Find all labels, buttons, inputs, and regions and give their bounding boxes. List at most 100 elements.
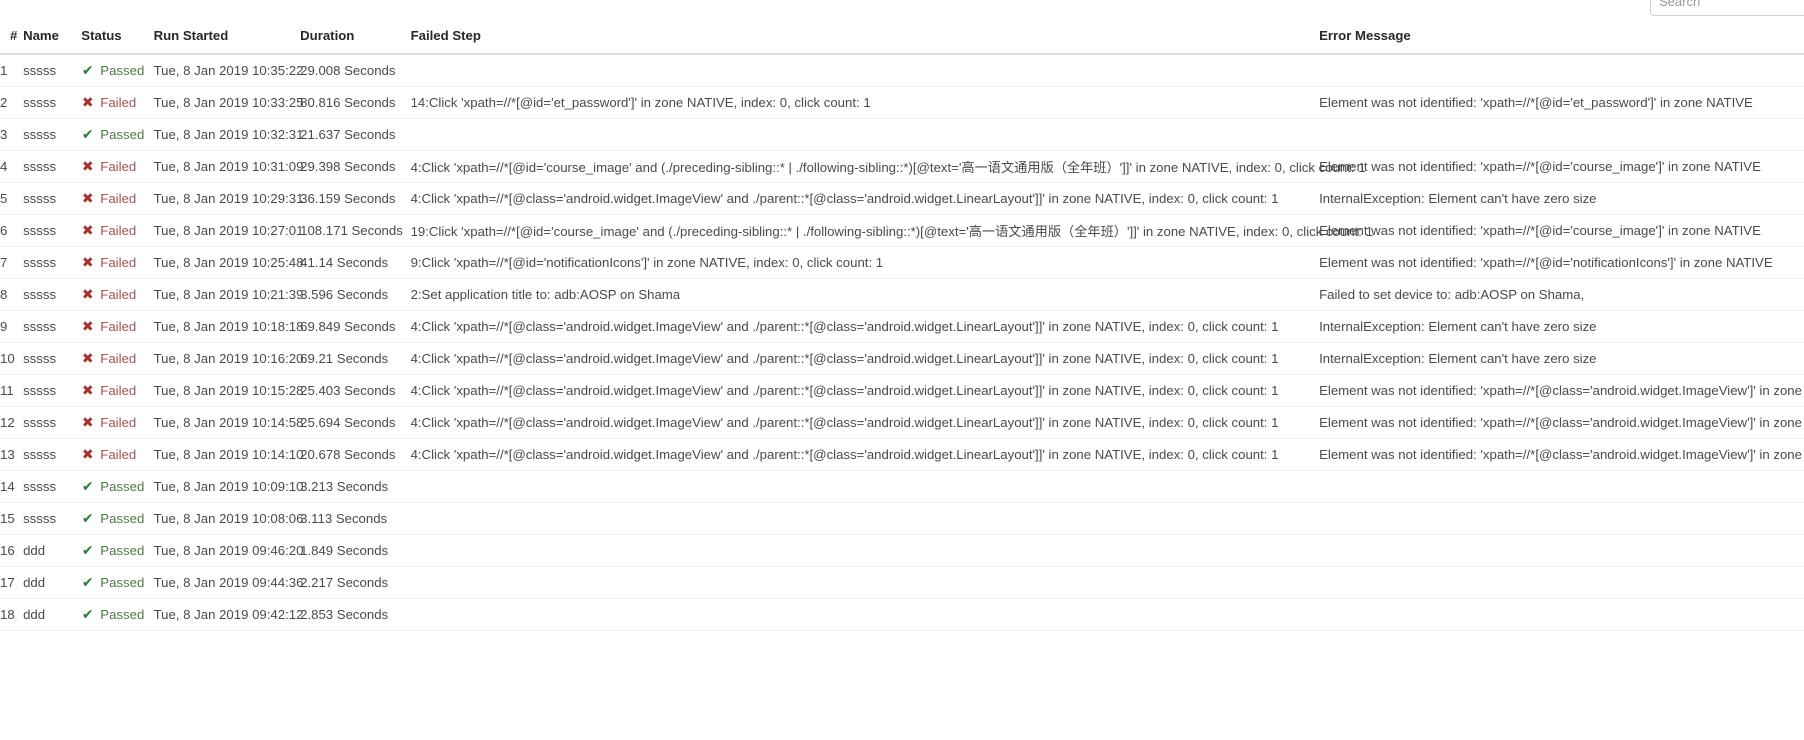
check-icon: ✔ <box>81 125 94 142</box>
status-label: Passed <box>100 478 145 494</box>
cell-failed-step <box>410 534 1320 567</box>
column-header-name[interactable]: Name <box>23 28 82 55</box>
status-label: Failed <box>100 446 137 462</box>
cell-run-name: sssss <box>23 278 82 311</box>
cell-run-name: ddd <box>23 566 82 599</box>
cell-status: ✖ Failed <box>81 278 154 311</box>
table-row[interactable]: 5 sssss ✖ Failed Tue, 8 Jan 2019 10:29:31 36.… <box>0 182 1804 215</box>
cell-failed-step <box>410 470 1320 503</box>
cell-duration: 80.816 Seconds <box>300 86 411 119</box>
table-row[interactable]: 17 ddd ✔ Passed Tue, 8 Jan 2019 09:44:36 2.21… <box>0 566 1804 599</box>
cell-status: ✔ Passed <box>81 566 154 599</box>
status-badge: ✖ Failed <box>81 223 136 238</box>
status-label: Failed <box>100 350 137 366</box>
cell-error-message <box>1319 470 1804 503</box>
cell-duration: 29.008 Seconds <box>300 54 411 87</box>
cell-run-started: Tue, 8 Jan 2019 10:14:58 <box>153 406 303 439</box>
status-label: Failed <box>100 254 137 270</box>
cell-run-number: 6 <box>0 214 24 247</box>
table-row[interactable]: 9 sssss ✖ Failed Tue, 8 Jan 2019 10:18:18 69.… <box>0 310 1804 343</box>
column-header-number[interactable]: # <box>0 28 24 55</box>
cell-failed-step: 14:Click 'xpath=//*[@id='et_password']' … <box>410 86 1320 119</box>
cell-error-message: InternalException: Element can't have ze… <box>1319 182 1804 215</box>
status-badge: ✔ Passed <box>81 479 144 494</box>
cell-run-started: Tue, 8 Jan 2019 09:42:12 <box>153 598 303 631</box>
table-row[interactable]: 11 sssss ✖ Failed Tue, 8 Jan 2019 10:15:28 25… <box>0 374 1804 407</box>
cell-status: ✖ Failed <box>81 86 154 119</box>
table-row[interactable]: 8 sssss ✖ Failed Tue, 8 Jan 2019 10:21:39 3.5… <box>0 278 1804 311</box>
search-box <box>1650 0 1804 16</box>
column-header-failed-step[interactable]: Failed Step <box>410 28 1320 55</box>
cell-duration: 1.849 Seconds <box>300 534 411 567</box>
table-row[interactable]: 3 sssss ✔ Passed Tue, 8 Jan 2019 10:32:31 21.… <box>0 118 1804 151</box>
cell-run-name: sssss <box>23 438 82 471</box>
cell-run-started: Tue, 8 Jan 2019 10:15:28 <box>153 374 303 407</box>
cell-duration: 25.694 Seconds <box>300 406 411 439</box>
status-label: Passed <box>100 510 145 526</box>
cell-run-name: ddd <box>23 534 82 567</box>
status-label: Failed <box>100 222 137 238</box>
table-row[interactable]: 12 sssss ✖ Failed Tue, 8 Jan 2019 10:14:58 25… <box>0 406 1804 439</box>
cell-error-message: InternalException: Element can't have ze… <box>1319 342 1804 375</box>
table-row[interactable]: 18 ddd ✔ Passed Tue, 8 Jan 2019 09:42:12 2.85… <box>0 598 1804 631</box>
cell-run-number: 5 <box>0 182 24 215</box>
cell-error-message: Element was not identified: 'xpath=//*[@… <box>1319 406 1804 439</box>
table-row[interactable]: 1 sssss ✔ Passed Tue, 8 Jan 2019 10:35:22 29.… <box>0 54 1804 87</box>
cross-icon: ✖ <box>81 285 94 302</box>
cell-run-number: 18 <box>0 598 24 631</box>
status-badge: ✔ Passed <box>81 63 144 78</box>
table-row[interactable]: 15 sssss ✔ Passed Tue, 8 Jan 2019 10:08:06 3.… <box>0 502 1804 535</box>
cell-status: ✖ Failed <box>81 374 154 407</box>
table-row[interactable]: 10 sssss ✖ Failed Tue, 8 Jan 2019 10:16:20 69… <box>0 342 1804 375</box>
search-input[interactable] <box>1650 0 1804 16</box>
table-row[interactable]: 7 sssss ✖ Failed Tue, 8 Jan 2019 10:25:48 41.… <box>0 246 1804 279</box>
cell-run-number: 16 <box>0 534 24 567</box>
cell-error-message <box>1319 534 1804 567</box>
cell-duration: 2.853 Seconds <box>300 598 411 631</box>
cell-status: ✔ Passed <box>81 502 154 535</box>
cross-icon: ✖ <box>81 253 94 270</box>
cell-run-started: Tue, 8 Jan 2019 10:32:31 <box>153 118 303 151</box>
test-runs-page: # Name Status Run Started Duration Faile… <box>0 0 1804 740</box>
table-row[interactable]: 13 sssss ✖ Failed Tue, 8 Jan 2019 10:14:10 20… <box>0 438 1804 471</box>
cell-error-message <box>1319 118 1804 151</box>
column-header-run-started[interactable]: Run Started <box>153 28 301 55</box>
column-header-error-message[interactable]: Error Message <box>1319 28 1804 55</box>
cell-failed-step: 4:Click 'xpath=//*[@class='android.widge… <box>410 438 1320 471</box>
cell-failed-step: 4:Click 'xpath=//*[@class='android.widge… <box>410 182 1320 215</box>
table-row[interactable]: 4 sssss ✖ Failed Tue, 8 Jan 2019 10:31:09 29.… <box>0 150 1804 183</box>
status-badge: ✖ Failed <box>81 447 136 462</box>
check-icon: ✔ <box>81 605 94 622</box>
status-label: Passed <box>100 62 145 78</box>
status-badge: ✔ Passed <box>81 127 144 142</box>
cell-run-number: 4 <box>0 150 24 183</box>
cell-duration: 69.21 Seconds <box>300 342 411 375</box>
cell-error-message: Element was not identified: 'xpath=//*[@… <box>1319 214 1804 247</box>
cell-run-number: 17 <box>0 566 24 599</box>
cell-duration: 20.678 Seconds <box>300 438 411 471</box>
cell-run-name: sssss <box>23 502 82 535</box>
cell-run-number: 1 <box>0 54 24 87</box>
cell-run-started: Tue, 8 Jan 2019 10:35:22 <box>153 54 303 87</box>
check-icon: ✔ <box>81 573 94 590</box>
check-icon: ✔ <box>81 61 94 78</box>
cell-run-started: Tue, 8 Jan 2019 09:46:20 <box>153 534 303 567</box>
column-header-duration[interactable]: Duration <box>300 28 411 55</box>
table-row[interactable]: 16 ddd ✔ Passed Tue, 8 Jan 2019 09:46:20 1.84… <box>0 534 1804 567</box>
cell-run-number: 3 <box>0 118 24 151</box>
cross-icon: ✖ <box>81 189 94 206</box>
table-row[interactable]: 14 sssss ✔ Passed Tue, 8 Jan 2019 10:09:10 3.… <box>0 470 1804 503</box>
cell-duration: 36.159 Seconds <box>300 182 411 215</box>
cell-run-name: ddd <box>23 598 82 631</box>
cell-error-message: Element was not identified: 'xpath=//*[@… <box>1319 150 1804 183</box>
cell-run-started: Tue, 8 Jan 2019 10:16:20 <box>153 342 303 375</box>
cell-failed-step: 19:Click 'xpath=//*[@id='course_image' a… <box>410 214 1373 247</box>
status-badge: ✖ Failed <box>81 95 136 110</box>
cell-duration: 29.398 Seconds <box>300 150 411 183</box>
table-row[interactable]: 6 sssss ✖ Failed Tue, 8 Jan 2019 10:27:01 108… <box>0 214 1804 247</box>
status-label: Failed <box>100 318 137 334</box>
table-row[interactable]: 2 sssss ✖ Failed Tue, 8 Jan 2019 10:33:25 80.… <box>0 86 1804 119</box>
cell-run-number: 9 <box>0 310 24 343</box>
cell-error-message <box>1319 502 1804 535</box>
column-header-status[interactable]: Status <box>81 28 154 55</box>
